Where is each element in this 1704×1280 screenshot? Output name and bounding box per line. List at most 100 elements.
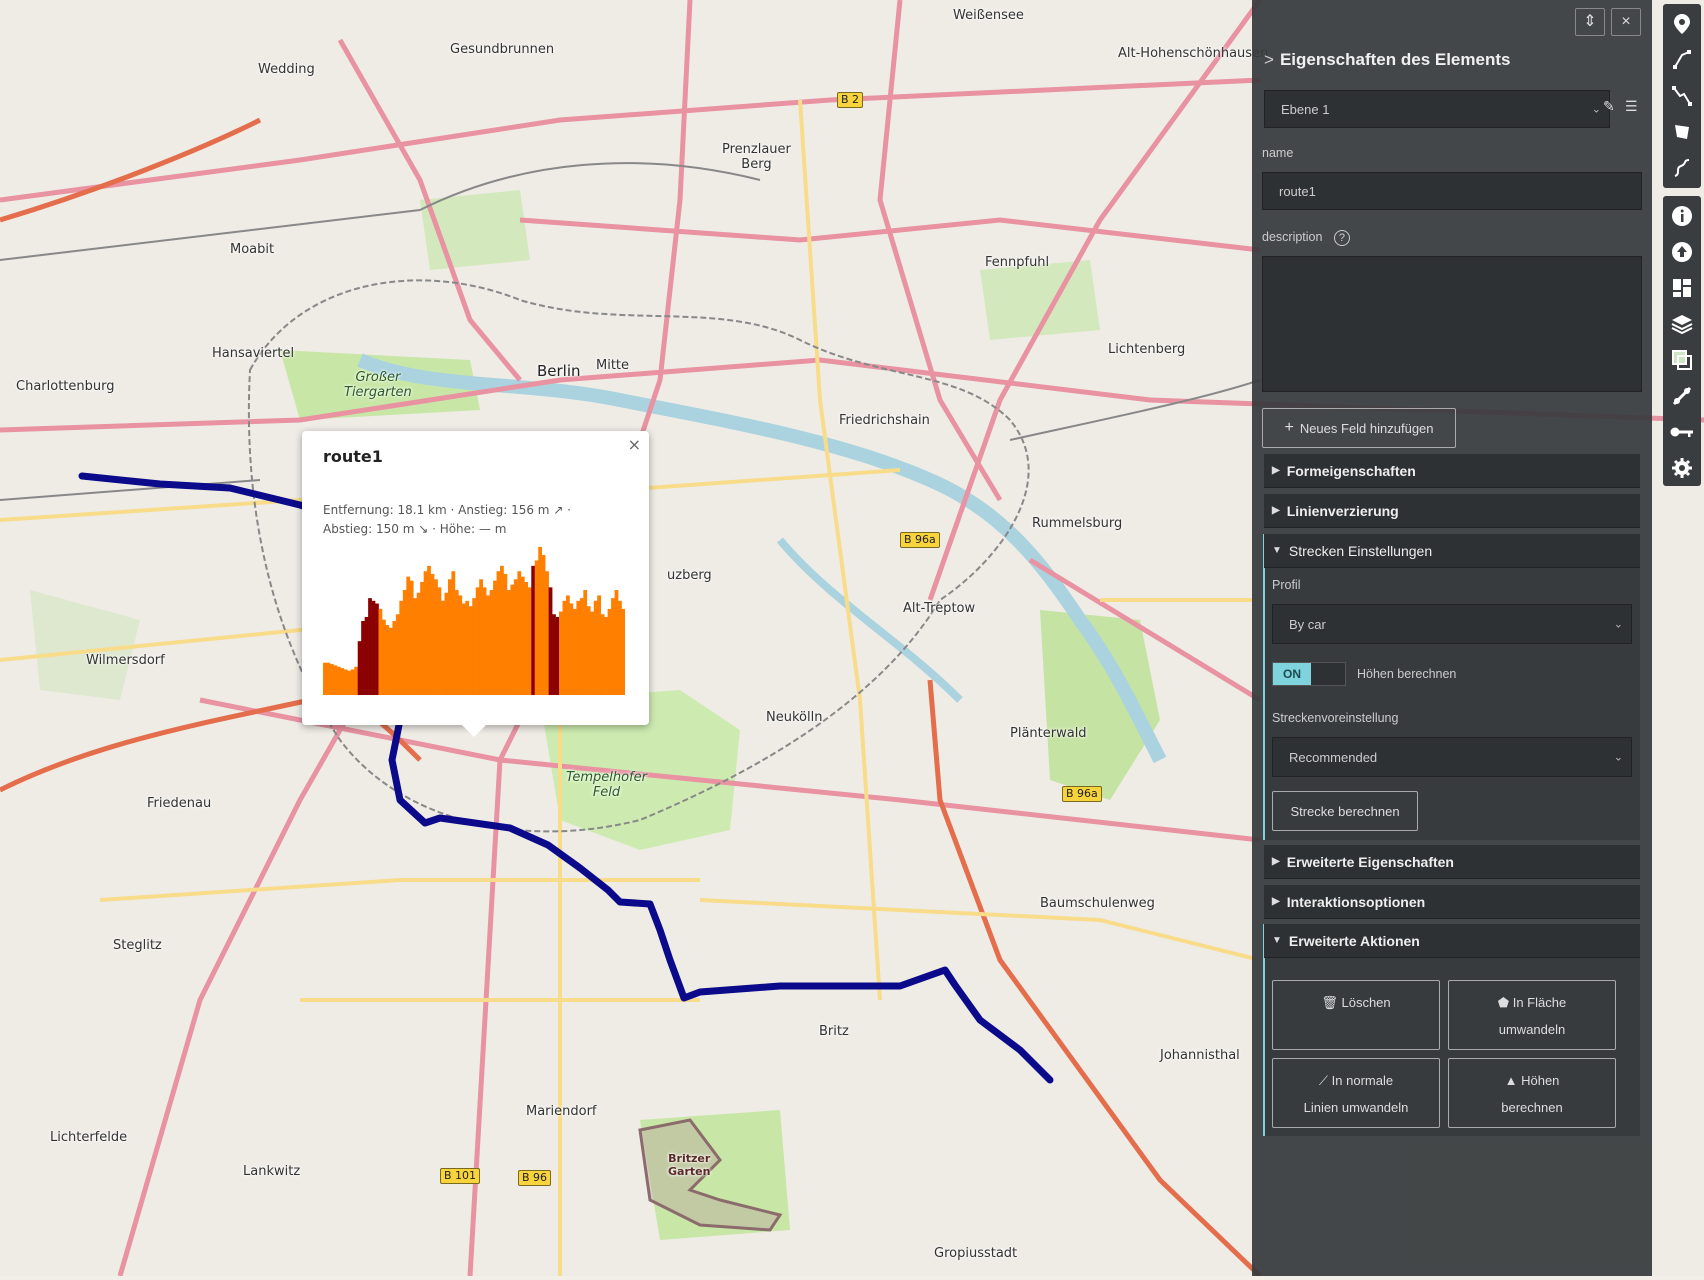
upload-icon[interactable] bbox=[1663, 234, 1701, 270]
map-label-friedenau: Friedenau bbox=[147, 796, 212, 811]
map-label-berlin: Berlin bbox=[537, 362, 581, 380]
section-shape-label: Formeigenschaften bbox=[1286, 462, 1416, 479]
map-label-moabit: Moabit bbox=[230, 242, 275, 257]
to-polygon-label-2: umwandeln bbox=[1498, 1022, 1566, 1037]
compute-elevation-button[interactable]: ▲ Höhen berechnen bbox=[1448, 1058, 1616, 1128]
help-icon[interactable]: ? bbox=[1333, 230, 1350, 246]
info-icon[interactable] bbox=[1663, 198, 1701, 234]
map-label-wedding: Wedding bbox=[258, 62, 315, 77]
section-advanced-properties[interactable]: ▶ Erweiterte Eigenschaften bbox=[1264, 845, 1640, 879]
section-shape-properties[interactable]: ▶ Formeigenschaften bbox=[1264, 454, 1640, 488]
map-label-friedrichshain: Friedrichshain bbox=[839, 413, 930, 428]
elevation-bar bbox=[541, 555, 546, 695]
profile-select[interactable]: By car ⌄ bbox=[1272, 604, 1632, 644]
elevation-bar bbox=[441, 600, 445, 695]
settings-icon[interactable] bbox=[1663, 450, 1701, 486]
elevation-bar bbox=[413, 598, 418, 695]
description-label-text: description bbox=[1262, 230, 1323, 244]
road-shield-b101: B 101 bbox=[440, 1168, 481, 1184]
elevation-bar bbox=[538, 547, 542, 695]
name-label: name bbox=[1262, 146, 1294, 160]
chevron-down-icon: ⌄ bbox=[1613, 751, 1623, 764]
map-label-mariendorf: Mariendorf bbox=[526, 1104, 597, 1119]
map-label-hansaviertel: Hansaviertel bbox=[212, 346, 295, 361]
polygon-icon[interactable] bbox=[1663, 114, 1701, 150]
elevation-bar bbox=[375, 603, 379, 695]
section-line-decoration[interactable]: ▶ Linienverzierung bbox=[1264, 494, 1640, 528]
caret-down-icon: ▼ bbox=[1272, 545, 1282, 556]
elevation-bar bbox=[517, 571, 522, 695]
elevation-bar bbox=[402, 590, 407, 695]
layers-icon[interactable] bbox=[1663, 306, 1701, 342]
collapse-panel-button[interactable]: ⇕ bbox=[1575, 8, 1605, 36]
table-icon[interactable]: ☰ bbox=[1625, 98, 1638, 115]
add-field-button[interactable]: + Neues Feld hinzufügen bbox=[1262, 408, 1456, 448]
compute-route-button[interactable]: Strecke berechnen bbox=[1272, 791, 1418, 831]
elevation-profile-chart bbox=[323, 547, 625, 695]
map-label-gesundbrunnen: Gesundbrunnen bbox=[450, 42, 555, 57]
panel-title-text: Eigenschaften des Elements bbox=[1279, 50, 1511, 69]
map-label-britz: Britz bbox=[819, 1024, 849, 1039]
elevation-bar bbox=[503, 573, 508, 695]
key-icon[interactable] bbox=[1663, 414, 1701, 450]
elevation-bar bbox=[621, 608, 625, 695]
elevation-bar bbox=[475, 587, 480, 695]
elevation-bar bbox=[371, 600, 376, 695]
elevation-bar bbox=[593, 600, 598, 695]
description-label: description ? bbox=[1262, 230, 1350, 246]
elevation-bar bbox=[565, 595, 570, 695]
description-textarea[interactable] bbox=[1262, 256, 1642, 392]
elevation-bar bbox=[336, 666, 341, 695]
section-interaction-options[interactable]: ▶ Interaktionsoptionen bbox=[1264, 885, 1640, 919]
marker-icon[interactable] bbox=[1663, 6, 1701, 42]
map-label-neukoelln: Neukölln bbox=[766, 710, 823, 725]
profile-label: Profil bbox=[1272, 578, 1301, 592]
name-input[interactable]: route1 bbox=[1262, 172, 1642, 210]
preset-select-value: Recommended bbox=[1289, 749, 1378, 765]
map-label-wilmersdorf: Wilmersdorf bbox=[86, 653, 165, 668]
layer-select[interactable]: Ebene 1 ⌄ bbox=[1264, 90, 1610, 128]
polygon-icon: ⬟ bbox=[1497, 995, 1510, 1010]
section-advanced-actions[interactable]: ▼ Erweiterte Aktionen bbox=[1264, 924, 1640, 958]
elevation-bar bbox=[559, 611, 563, 695]
elevation-bar bbox=[496, 571, 501, 695]
elevation-bar bbox=[329, 664, 334, 695]
convert-to-polygon-button[interactable]: ⬟ In Fläche umwandeln bbox=[1448, 980, 1616, 1050]
map-label-alt-treptow: Alt-Treptow bbox=[903, 601, 976, 616]
elevation-bar bbox=[444, 592, 449, 695]
toggle-on-label: ON bbox=[1273, 663, 1311, 685]
to-polygon-label-1: In Fläche bbox=[1512, 995, 1567, 1010]
close-panel-button[interactable]: × bbox=[1611, 8, 1641, 36]
elevation-bar bbox=[382, 619, 386, 695]
freehand-icon[interactable] bbox=[1663, 150, 1701, 186]
map-label-lankwitz: Lankwitz bbox=[243, 1164, 301, 1179]
elevation-bar bbox=[586, 606, 591, 695]
line-icon[interactable] bbox=[1663, 42, 1701, 78]
section-line-decoration-label: Linienverzierung bbox=[1286, 502, 1399, 519]
caret-right-icon: ▶ bbox=[1272, 505, 1280, 516]
section-route-settings[interactable]: ▼ Strecken Einstellungen bbox=[1264, 534, 1640, 568]
route-icon[interactable] bbox=[1663, 78, 1701, 114]
convert-to-line-button[interactable]: ⟋ In normale Linien umwandeln bbox=[1272, 1058, 1440, 1128]
preset-select[interactable]: Recommended ⌄ bbox=[1272, 737, 1632, 777]
map-label-tempelhofer-feld: Tempelhofer Feld bbox=[566, 770, 647, 800]
elevation-bar bbox=[451, 571, 456, 695]
main-tools-group bbox=[1663, 196, 1701, 486]
edit-layer-icon[interactable]: ✎ bbox=[1603, 98, 1615, 115]
elevation-bar bbox=[493, 580, 497, 695]
elevation-toggle[interactable]: ON bbox=[1272, 662, 1346, 686]
dashboard-icon[interactable] bbox=[1663, 270, 1701, 306]
elevation-bar bbox=[385, 625, 390, 695]
name-input-value: route1 bbox=[1279, 183, 1316, 199]
popup-close-button[interactable]: × bbox=[628, 435, 641, 454]
elevation-bar bbox=[416, 592, 421, 695]
tools-icon[interactable] bbox=[1663, 378, 1701, 414]
elevation-bar bbox=[489, 590, 494, 695]
to-line-label-2: Linien umwandeln bbox=[1303, 1100, 1409, 1115]
elevation-bar bbox=[531, 565, 536, 695]
map-label-fennpfuhl: Fennpfuhl bbox=[985, 255, 1050, 270]
toggle-label: Höhen berechnen bbox=[1357, 667, 1457, 681]
mountain-icon: ▲ bbox=[1504, 1073, 1518, 1088]
delete-button[interactable]: 🗑 Löschen bbox=[1272, 980, 1440, 1050]
background-layer-icon[interactable] bbox=[1663, 342, 1701, 378]
